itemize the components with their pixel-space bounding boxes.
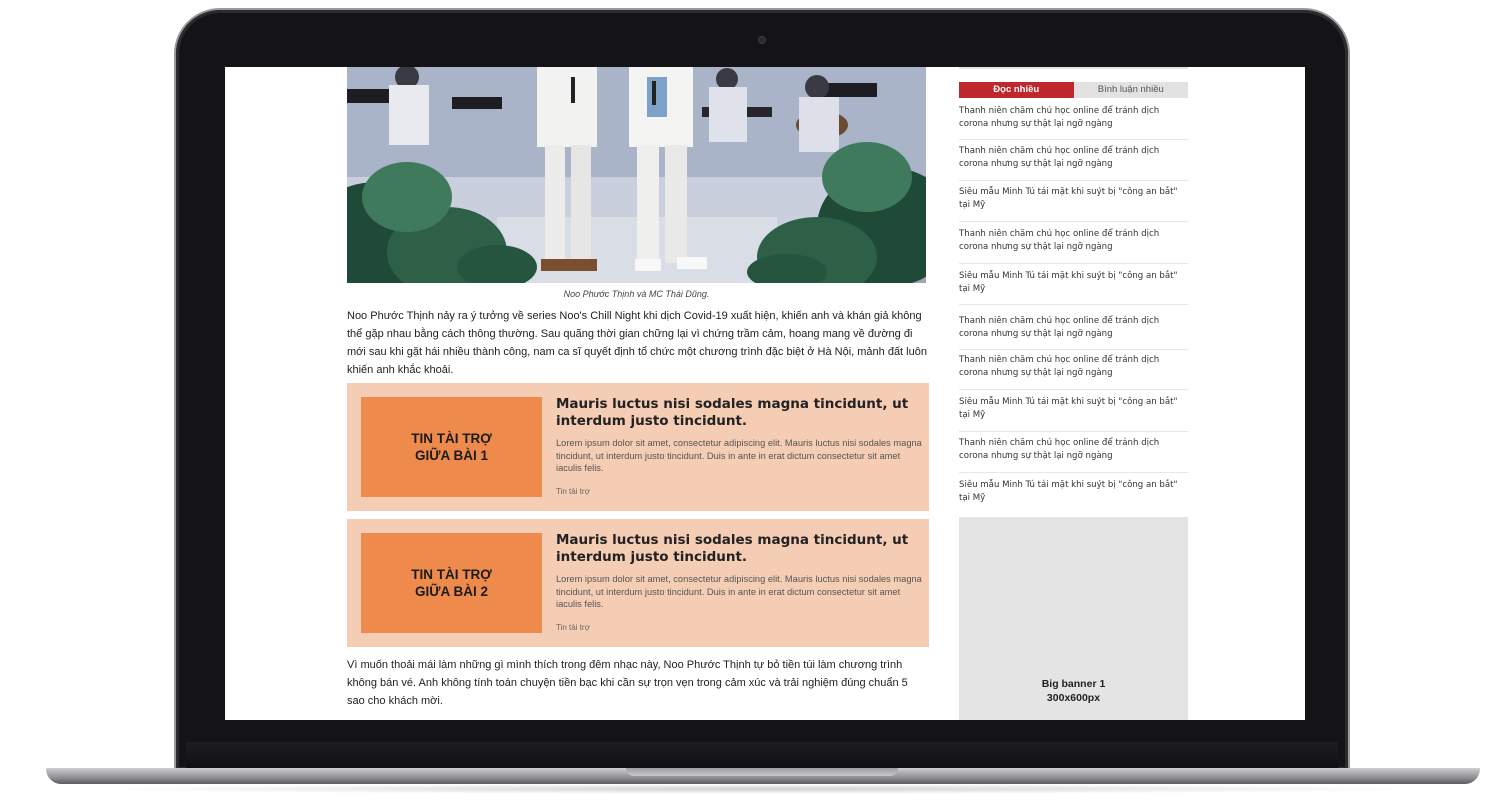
list-separator <box>959 431 1188 432</box>
laptop-shadow <box>80 784 1440 794</box>
laptop-notch <box>626 768 898 776</box>
sponsored-description-2: Lorem ipsum dolor sit amet, consectetur … <box>556 574 922 609</box>
list-item[interactable]: Thanh niên chăm chú học online để tránh … <box>959 105 1188 130</box>
photo-caption: Noo Phước Thịnh và MC Thái Dũng. <box>563 289 710 299</box>
sponsored-label-2: Tin tài trợ <box>556 623 590 632</box>
sponsored-label-1: Tin tài trợ <box>556 487 590 496</box>
big-banner-ad[interactable]: Big banner 1 300x600px <box>959 517 1188 720</box>
sponsored-title-2[interactable]: Mauris luctus nisi sodales magna tincidu… <box>556 532 922 566</box>
tab-most-read[interactable]: Đọc nhiều <box>959 82 1074 98</box>
banner-label: Big banner 1 300x600px <box>1041 678 1106 704</box>
list-separator <box>959 304 1188 305</box>
list-item[interactable]: Thanh niên chăm chú học online để tránh … <box>959 145 1188 170</box>
browser-screen: Noo Phước Thịnh và MC Thái Dũng. Noo Phư… <box>225 67 1305 720</box>
list-item[interactable]: Siêu mẫu Minh Tú tái mặt khi suýt bị "cô… <box>959 186 1188 211</box>
webcam-icon <box>758 36 766 44</box>
sponsored-thumbnail-2[interactable]: TIN TÀI TRỢ GIỮA BÀI 2 <box>361 533 542 633</box>
article-paragraph-2: Vì muốn thoải mái làm những gì mình thíc… <box>347 659 908 707</box>
sponsored-description-1: Lorem ipsum dolor sit amet, consectetur … <box>556 438 922 473</box>
list-separator <box>959 472 1188 473</box>
list-item[interactable]: Siêu mẫu Minh Tú tái mặt khi suýt bị "cô… <box>959 479 1188 504</box>
list-item[interactable]: Thanh niên chăm chú học online để tránh … <box>959 228 1188 253</box>
concert-photo-illustration <box>347 67 926 283</box>
list-item[interactable]: Siêu mẫu Minh Tú tái mặt khi suýt bị "cô… <box>959 270 1188 295</box>
list-separator <box>959 389 1188 390</box>
list-item[interactable]: Thanh niên chăm chú học online để tránh … <box>959 437 1188 462</box>
sponsored-card-1[interactable]: TIN TÀI TRỢ GIỮA BÀI 1 Mauris luctus nis… <box>347 383 929 511</box>
sponsored-card-2[interactable]: TIN TÀI TRỢ GIỮA BÀI 2 Mauris luctus nis… <box>347 519 929 647</box>
list-separator <box>959 180 1188 181</box>
sponsored-thumbnail-1[interactable]: TIN TÀI TRỢ GIỮA BÀI 1 <box>361 397 542 497</box>
list-item[interactable]: Siêu mẫu Minh Tú tái mặt khi suýt bị "cô… <box>959 396 1188 421</box>
sidebar-divider <box>959 67 1188 69</box>
list-separator <box>959 263 1188 264</box>
list-separator <box>959 349 1188 350</box>
article-photo <box>347 67 926 283</box>
list-separator <box>959 139 1188 140</box>
list-item[interactable]: Thanh niên chăm chú học online để tránh … <box>959 354 1188 379</box>
list-separator <box>959 221 1188 222</box>
sidebar-tabs: Đọc nhiều Bình luận nhiều <box>959 82 1188 98</box>
article-paragraph-1: Noo Phước Thịnh nảy ra ý tưởng về series… <box>347 310 927 376</box>
sponsored-title-1[interactable]: Mauris luctus nisi sodales magna tincidu… <box>556 396 922 430</box>
tab-most-commented[interactable]: Bình luận nhiều <box>1073 82 1188 98</box>
list-item[interactable]: Thanh niên chăm chú học online để tránh … <box>959 315 1188 340</box>
laptop-chin <box>186 742 1338 770</box>
